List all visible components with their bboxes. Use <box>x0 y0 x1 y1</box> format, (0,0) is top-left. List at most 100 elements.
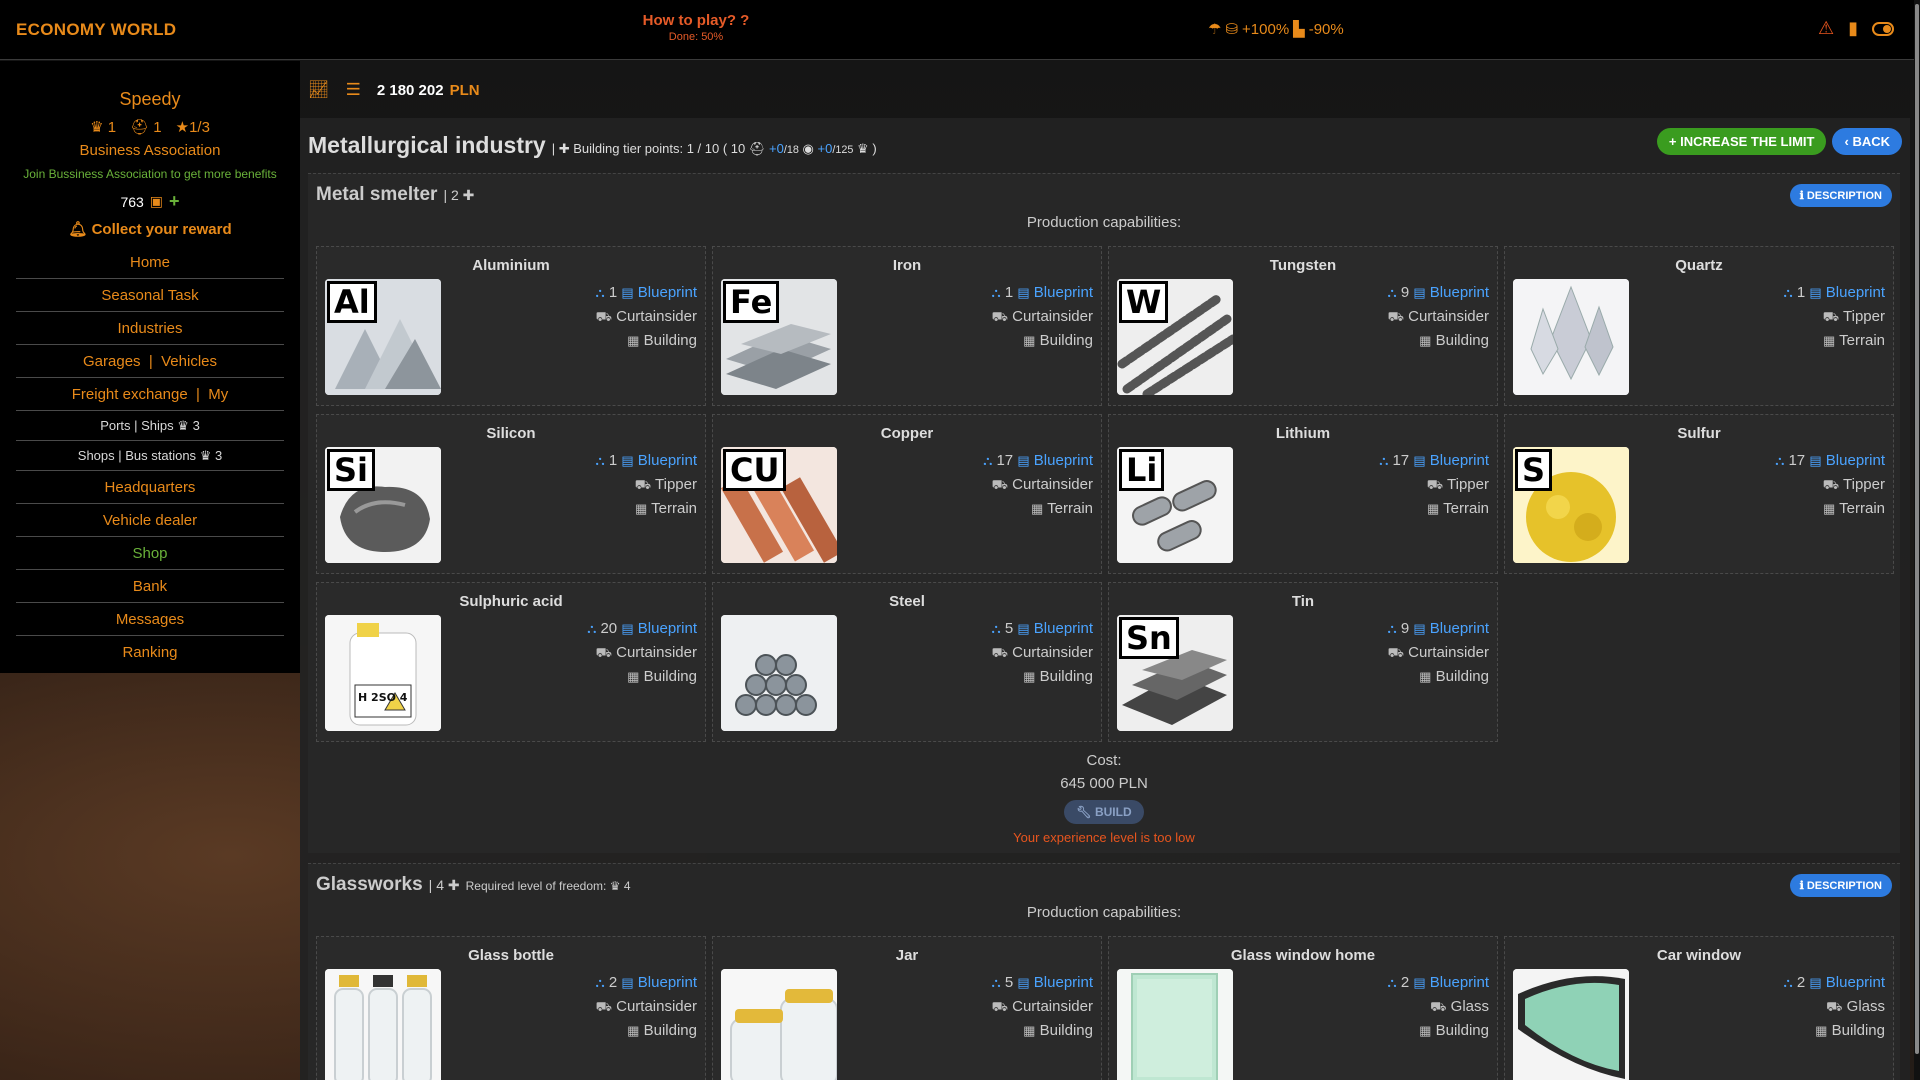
product-card[interactable]: Tin Sn ⛬ 9 ▤ Blueprint ⛟ Curtainsider ▦ … <box>1108 582 1498 742</box>
blueprint-link[interactable]: Blueprint <box>1430 620 1489 637</box>
blueprint-link[interactable]: Blueprint <box>1826 452 1885 469</box>
vehicle-type: Tipper <box>1447 476 1489 493</box>
product-card[interactable]: Jar ⛬ 5 ▤ Blueprint ⛟ Curtainsider ▦ Bui… <box>712 936 1102 1080</box>
product-card[interactable]: Sulphuric acid H 2SO 4 ⛬ 20 ▤ Blueprint … <box>316 582 706 742</box>
how-to-play-title[interactable]: How to play? ? <box>640 12 752 29</box>
page-scrollbar[interactable] <box>1914 0 1920 1080</box>
association-link[interactable]: Business Association <box>0 142 300 159</box>
product-card[interactable]: Car window ⛬ 2 ▤ Blueprint ⛟ Glass ▦ Bui… <box>1504 936 1894 1080</box>
sidebar-item-ranking[interactable]: Ranking <box>16 636 284 669</box>
sidebar-item-home[interactable]: Home <box>16 246 284 279</box>
product-name: Tin <box>1109 593 1497 610</box>
vehicle-type: Curtainsider <box>1012 476 1093 493</box>
vehicle-type: Curtainsider <box>1012 308 1093 325</box>
blueprint-link[interactable]: Blueprint <box>638 620 697 637</box>
product-card[interactable]: Aluminium Al ⛬ 1 ▤ Blueprint ⛟ Curtainsi… <box>316 246 706 406</box>
truck-icon: ⛟ <box>1823 477 1839 492</box>
warning-icon[interactable]: ⚠ <box>1818 18 1834 39</box>
element-symbol: Sn <box>1119 617 1179 659</box>
product-card[interactable]: Glass bottle ⛬ 2 ▤ Blueprint ⛟ Curtainsi… <box>316 936 706 1080</box>
sidebar-item-shop[interactable]: Shop <box>16 537 284 570</box>
sidebar-item-shops-bus[interactable]: Shops | Bus stations ♛ 3 <box>16 441 284 471</box>
sidebar-item-headquarters[interactable]: Headquarters <box>16 471 284 504</box>
people-icon: ⛬ <box>1388 975 1397 990</box>
stat-crown-value: 1 <box>108 119 116 136</box>
toggle-icon[interactable] <box>1872 22 1894 36</box>
sidebar-item-bank[interactable]: Bank <box>16 570 284 603</box>
description-button[interactable]: ℹ DESCRIPTION <box>1790 184 1892 207</box>
blueprint-link[interactable]: Blueprint <box>1826 284 1885 301</box>
blueprint-row: ⛬ 9 ▤ Blueprint <box>1388 281 1489 305</box>
building-icon: ▦ <box>1815 1023 1827 1038</box>
sidebar-item-freight-exchange[interactable]: Freight exchange <box>72 386 188 403</box>
sidebar-item-garages[interactable]: Garages <box>83 353 141 370</box>
blueprint-link[interactable]: Blueprint <box>638 284 697 301</box>
product-card[interactable]: Silicon Si ⛬ 1 ▤ Blueprint ⛟ Tipper ▦ Te… <box>316 414 706 574</box>
chart-icon[interactable]: 📈︎ <box>308 80 330 100</box>
sidebar-item-my-freight[interactable]: My <box>208 386 228 403</box>
description-button[interactable]: ℹ DESCRIPTION <box>1790 874 1892 897</box>
list-icon[interactable]: ☰ <box>346 80 361 100</box>
acid-label: H 2SO 4 <box>358 691 407 704</box>
page-title: Metallurgical industry <box>308 132 546 159</box>
product-card[interactable]: Glass window home ⛬ 2 ▤ Blueprint ⛟ Glas… <box>1108 936 1498 1080</box>
truck-icon: ⛟ <box>1427 477 1443 492</box>
bonus-indicator: ☂ ⛁ +100% ▙ -90% <box>1208 20 1344 38</box>
blueprint-link[interactable]: Blueprint <box>1034 620 1093 637</box>
blueprint-link[interactable]: Blueprint <box>1430 974 1489 991</box>
place-type: Terrain <box>651 500 697 517</box>
sidebar-item-seasonal-task[interactable]: Seasonal Task <box>16 279 284 312</box>
product-card[interactable]: Quartz ⛬ 1 ▤ Blueprint ⛟ Tipper ▦ Terrai… <box>1504 246 1894 406</box>
sidebar-item-messages[interactable]: Messages <box>16 603 284 636</box>
blueprint-row: ⛬ 1 ▤ Blueprint <box>992 281 1093 305</box>
people-icon: ⛬ <box>992 285 1001 300</box>
sidebar-item-industries[interactable]: Industries <box>16 312 284 345</box>
blueprint-count: 9 <box>1401 620 1409 637</box>
increase-limit-button[interactable]: + INCREASE THE LIMIT <box>1657 128 1827 155</box>
sidebar-item-vehicles[interactable]: Vehicles <box>161 353 217 370</box>
scrollbar-thumb[interactable] <box>1915 4 1919 1054</box>
blueprint-link[interactable]: Blueprint <box>1826 974 1885 991</box>
blueprint-link[interactable]: Blueprint <box>1034 452 1093 469</box>
required-freedom-label: Required level of freedom: <box>466 879 607 893</box>
blueprint-icon: ▤ <box>1413 621 1425 636</box>
product-card[interactable]: Tungsten W ⛬ 9 ▤ Blueprint ⛟ Curtainside… <box>1108 246 1498 406</box>
blueprint-icon: ▤ <box>1017 621 1029 636</box>
sidebar-item-ports-ships[interactable]: Ports | Ships ♛ 3 <box>16 411 284 441</box>
blueprint-row: ⛬ 17 ▤ Blueprint <box>1379 449 1489 473</box>
people-icon: ⛬ <box>992 621 1001 636</box>
element-symbol: W <box>1119 281 1168 323</box>
brand-logo[interactable]: ECONOMY WORLD <box>16 20 176 40</box>
fuel-icon[interactable]: ▮ <box>1848 18 1858 39</box>
collect-reward-label: Collect your reward <box>92 221 232 238</box>
add-cash-button[interactable]: + <box>169 191 180 212</box>
people-icon: ⛬ <box>1784 285 1793 300</box>
product-card[interactable]: Steel ⛬ 5 ▤ Blueprint ⛟ Curtainsider ▦ B… <box>712 582 1102 742</box>
blueprint-link[interactable]: Blueprint <box>638 452 697 469</box>
product-card[interactable]: Lithium Li ⛬ 17 ▤ Blueprint ⛟ Tipper ▦ T… <box>1108 414 1498 574</box>
product-card[interactable]: Copper CU ⛬ 17 ▤ Blueprint ⛟ Curtainside… <box>712 414 1102 574</box>
tier-points: | ✚ Building tier points: 1 / 10 ( 10 ⛑ … <box>552 141 877 157</box>
people-icon: ⛬ <box>596 285 605 300</box>
how-to-play-link[interactable]: How to play? ? Done: 50% <box>640 12 752 43</box>
blueprint-link[interactable]: Blueprint <box>1034 974 1093 991</box>
blueprint-link[interactable]: Blueprint <box>638 974 697 991</box>
build-button[interactable]: 🔧︎ BUILD <box>1064 800 1143 824</box>
product-card[interactable]: Iron Fe ⛬ 1 ▤ Blueprint ⛟ Curtainsider ▦… <box>712 246 1102 406</box>
truck-icon: ⛟ <box>992 999 1008 1014</box>
vehicle-type: Tipper <box>1843 308 1885 325</box>
product-info: ⛬ 1 ▤ Blueprint ⛟ Tipper ▦ Terrain <box>1784 281 1885 353</box>
blueprint-link[interactable]: Blueprint <box>1430 452 1489 469</box>
product-card[interactable]: Sulfur S ⛬ 17 ▤ Blueprint ⛟ Tipper ▦ Ter… <box>1504 414 1894 574</box>
collect-reward-link[interactable]: 🔔︎ Collect your reward <box>0 220 300 238</box>
product-illustration <box>721 615 837 731</box>
sidebar-item-vehicle-dealer[interactable]: Vehicle dealer <box>16 504 284 537</box>
product-image: Sn <box>1117 615 1233 731</box>
back-button[interactable]: ‹ BACK <box>1832 128 1902 155</box>
blueprint-link[interactable]: Blueprint <box>1034 284 1093 301</box>
section-header: Glassworks | 4 ✚ Required level of freed… <box>316 874 631 896</box>
blueprint-link[interactable]: Blueprint <box>1430 284 1489 301</box>
player-name[interactable]: Speedy <box>0 89 300 110</box>
plus-icon: + <box>1669 134 1677 149</box>
tier-b-value: +0 <box>818 141 833 156</box>
